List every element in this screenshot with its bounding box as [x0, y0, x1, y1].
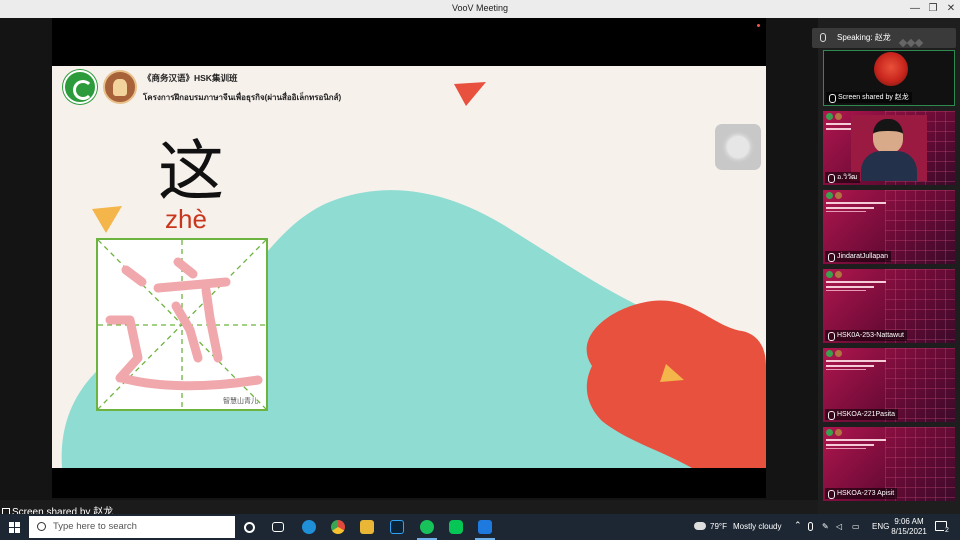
participant-name: HSKOA-221Pasita	[825, 409, 898, 420]
logo-icon	[835, 350, 842, 357]
person-body	[861, 151, 917, 181]
file-explorer-icon[interactable]	[360, 520, 374, 534]
windows-start-icon[interactable]	[9, 522, 20, 533]
cortana-icon[interactable]	[244, 522, 255, 533]
yellow-triangle	[92, 206, 122, 233]
line-icon[interactable]	[449, 520, 463, 534]
participant-tile[interactable]: HSKOA-273 Apisit	[823, 427, 955, 501]
mic-icon	[820, 33, 826, 42]
logo-icon	[835, 271, 842, 278]
participant-name: HSK0A-253-Nattawut	[825, 330, 907, 341]
character-strokes	[105, 257, 263, 391]
weather-temp[interactable]: 79°F	[710, 522, 727, 531]
audio-level-icon	[898, 34, 930, 48]
taskbar: Type here to search 79°F Mostly cloudy ⌃…	[0, 514, 960, 540]
window-title: VooV Meeting	[451, 3, 509, 13]
webcam-video	[851, 115, 927, 181]
university-logo	[63, 70, 97, 104]
avatar	[874, 52, 908, 86]
participant-name: อ.วิวัฒ	[825, 172, 861, 183]
tile-label: Screen shared by 赵龙	[826, 92, 912, 103]
participant-tile[interactable]: อ.วิวัฒ	[823, 111, 955, 185]
recording-dot-icon	[757, 24, 760, 27]
clock-date: 8/15/2021	[891, 527, 927, 536]
logo-icon	[826, 429, 833, 436]
logo-icon	[835, 429, 842, 436]
clock-time: 9:06 AM	[894, 517, 924, 526]
chevron-up-icon[interactable]: ⌃	[794, 520, 802, 531]
screen-share-tile[interactable]: Screen shared by 赵龙	[823, 50, 955, 106]
title-bar: VooV Meeting — ❐ ✕	[0, 0, 960, 18]
taskbar-search[interactable]: Type here to search	[29, 516, 235, 538]
photoshop-icon[interactable]	[390, 520, 404, 534]
logo-icon	[826, 192, 833, 199]
course-title: 《商务汉语》HSK集训班	[143, 73, 238, 83]
chinese-character: 这	[158, 133, 224, 210]
participant-tile[interactable]: HSK0A-253-Nattawut	[823, 269, 955, 343]
participant-name: HSKOA-273 Apisit	[825, 488, 898, 499]
speaking-label: Speaking: 赵龙	[837, 33, 891, 42]
volume-icon[interactable]: ◁	[836, 522, 842, 531]
grid-lines	[97, 239, 267, 410]
institute-logo	[103, 70, 137, 104]
voov-meeting-icon[interactable]	[475, 520, 495, 540]
weather-description[interactable]: Mostly cloudy	[733, 522, 781, 531]
task-view-icon[interactable]	[272, 522, 284, 532]
logo-icon	[835, 192, 842, 199]
logo-icon	[826, 271, 833, 278]
course-subtitle: โครงการฝึกอบรมภาษาจีนเพื่อธุรกิจ(ผ่านสื่…	[143, 93, 342, 102]
logo-icon	[835, 113, 842, 120]
logo-icon	[826, 350, 833, 357]
red-triangle	[454, 82, 486, 106]
microphone-icon[interactable]	[808, 522, 813, 531]
participant-tile[interactable]: JindaratJullapan	[823, 190, 955, 264]
logo-icon	[826, 113, 833, 120]
pen-icon[interactable]: ✎	[822, 522, 829, 531]
presentation-slide: 《商务汉语》HSK集训班 โครงการฝึกอบรมภาษาจีนเพื่อธ…	[52, 66, 766, 468]
pinyin: zhè	[165, 204, 207, 234]
person-head	[873, 119, 903, 153]
speaking-indicator: Speaking: 赵龙	[812, 28, 956, 48]
character-writing-grid: 智慧山青儿	[96, 238, 268, 411]
taskbar-clock[interactable]: 9:06 AM 8/15/2021	[884, 517, 934, 537]
wechat-icon[interactable]	[417, 520, 437, 540]
weather-cloud-icon[interactable]	[694, 522, 706, 530]
participant-name: JindaratJullapan	[825, 251, 891, 262]
participant-tile[interactable]: HSKOA-221Pasita	[823, 348, 955, 422]
grid-caption: 智慧山青儿	[223, 398, 258, 405]
network-icon[interactable]: ▭	[852, 522, 860, 531]
edge-icon[interactable]	[302, 520, 316, 534]
slide-bottom-bar	[52, 468, 766, 498]
slide-overlay-button[interactable]	[715, 124, 761, 170]
tile-background	[885, 190, 955, 264]
chrome-icon[interactable]	[331, 520, 345, 534]
slide-top-bar	[52, 18, 766, 66]
close-button[interactable]: ✕	[940, 0, 960, 18]
notification-count: 2	[944, 527, 950, 534]
